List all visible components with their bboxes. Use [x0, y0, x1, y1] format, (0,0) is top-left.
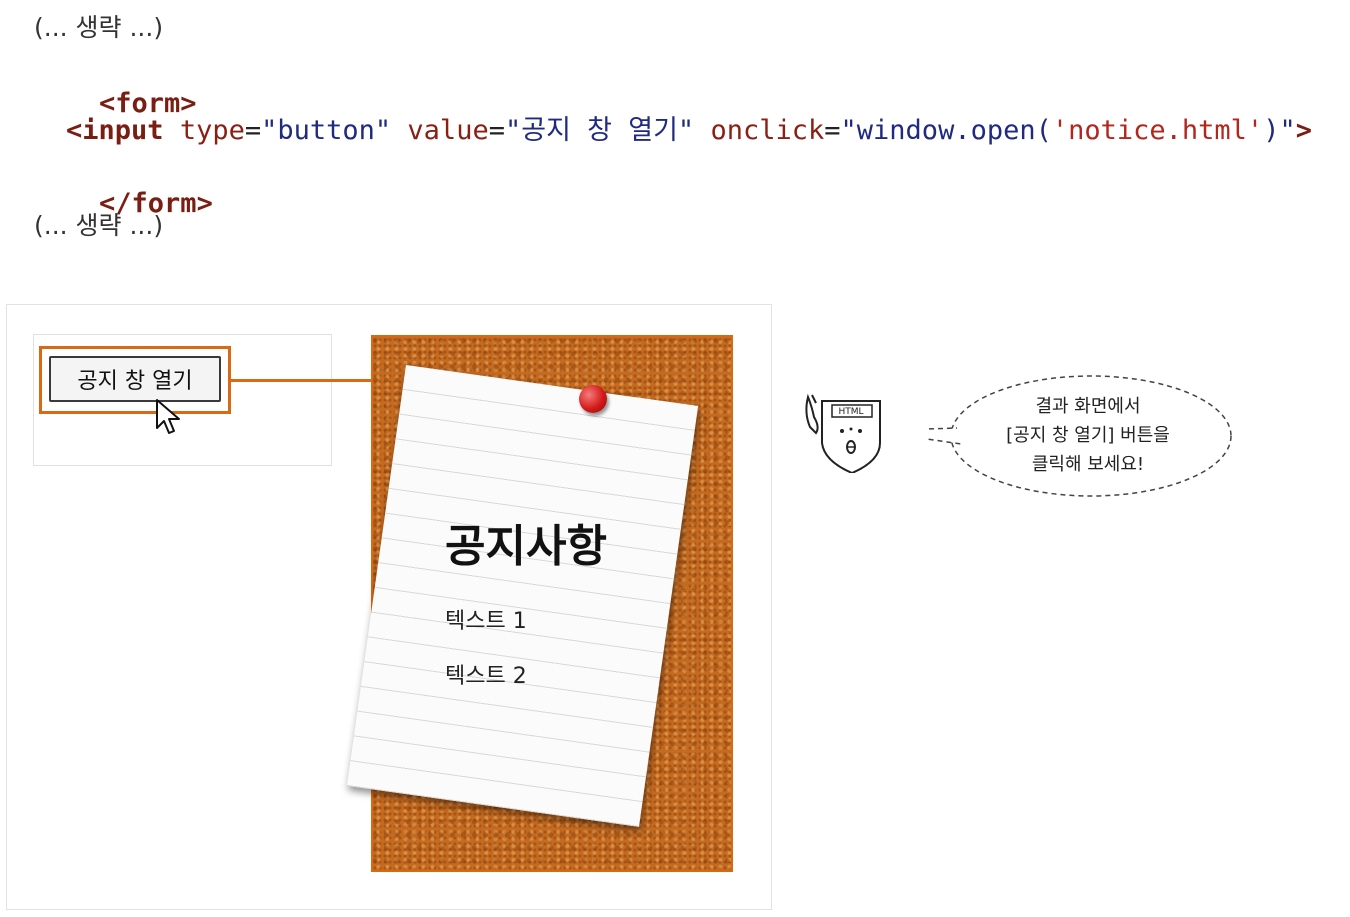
callout-text: 결과 화면에서 [공지 창 열기] 버튼을 클릭해 보세요!: [948, 392, 1228, 479]
type-attr-value: "button": [261, 115, 392, 146]
input-tag: <input: [66, 115, 164, 146]
html-mascot-icon: HTML: [805, 393, 881, 473]
notice-text-1: 텍스트 1: [445, 609, 527, 634]
equals-sign: =: [824, 115, 841, 146]
equals-sign: =: [244, 115, 262, 146]
onclick-value-end: )": [1263, 115, 1296, 146]
mouse-pointer-icon: [156, 399, 180, 434]
notice-text-2: 텍스트 2: [445, 664, 527, 689]
callout-line-1: 결과 화면에서: [1035, 396, 1141, 417]
callout-line-2: [공지 창 열기] 버튼을: [1006, 425, 1170, 446]
highlight-connector-line: [231, 379, 373, 382]
push-pin-icon: [579, 385, 607, 413]
code-line-input: <input type="button" value="공지 창 열기" onc…: [66, 108, 1312, 147]
callout-line-3: 클릭해 보세요!: [1031, 454, 1145, 475]
equals-sign: =: [488, 115, 505, 146]
onclick-attr: onclick: [710, 115, 825, 146]
open-notice-button[interactable]: 공지 창 열기: [49, 356, 221, 402]
input-tag-close: >: [1295, 115, 1312, 146]
type-attr: type: [179, 115, 245, 146]
value-attr-value: "공지 창 열기": [504, 115, 695, 146]
onclick-value-start: "window.open(: [840, 115, 1052, 146]
notice-title: 공지사항: [445, 521, 607, 572]
value-attr: value: [407, 115, 489, 146]
code-ellipsis-top: (... 생략 ...): [34, 13, 164, 42]
notice-paper: [346, 365, 699, 827]
onclick-url-string: 'notice.html': [1051, 115, 1264, 146]
code-ellipsis-bottom: (... 생략 ...): [34, 211, 164, 240]
mascot-label: HTML: [838, 407, 863, 417]
